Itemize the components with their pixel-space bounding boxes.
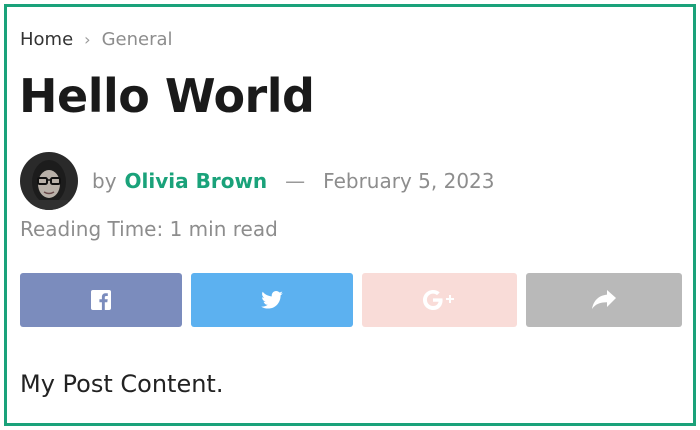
by-label: by	[92, 169, 117, 193]
facebook-icon	[91, 290, 111, 310]
share-google-plus-button[interactable]	[362, 273, 517, 327]
author-avatar[interactable]	[20, 152, 78, 210]
post-title: Hello World	[19, 69, 315, 123]
share-more-button[interactable]	[526, 273, 682, 327]
avatar-image	[20, 152, 78, 210]
breadcrumb-home-link[interactable]: Home	[20, 29, 73, 50]
post-frame: Home › General Hello World by Olivia Bro…	[4, 4, 696, 426]
share-twitter-button[interactable]	[191, 273, 353, 327]
share-facebook-button[interactable]	[20, 273, 182, 327]
share-bar	[20, 273, 684, 327]
twitter-icon	[261, 291, 283, 309]
breadcrumb-separator-icon: ›	[84, 30, 91, 49]
google-plus-icon	[422, 290, 454, 310]
share-arrow-icon	[592, 290, 616, 309]
meta-separator: —	[285, 169, 306, 193]
breadcrumb: Home › General	[20, 29, 173, 50]
post-meta: by Olivia Brown — February 5, 2023	[20, 152, 495, 210]
author-link[interactable]: Olivia Brown	[125, 169, 268, 193]
reading-time: Reading Time: 1 min read	[20, 217, 278, 241]
post-content: My Post Content.	[20, 370, 224, 398]
breadcrumb-current[interactable]: General	[102, 29, 173, 50]
post-date: February 5, 2023	[323, 169, 495, 193]
